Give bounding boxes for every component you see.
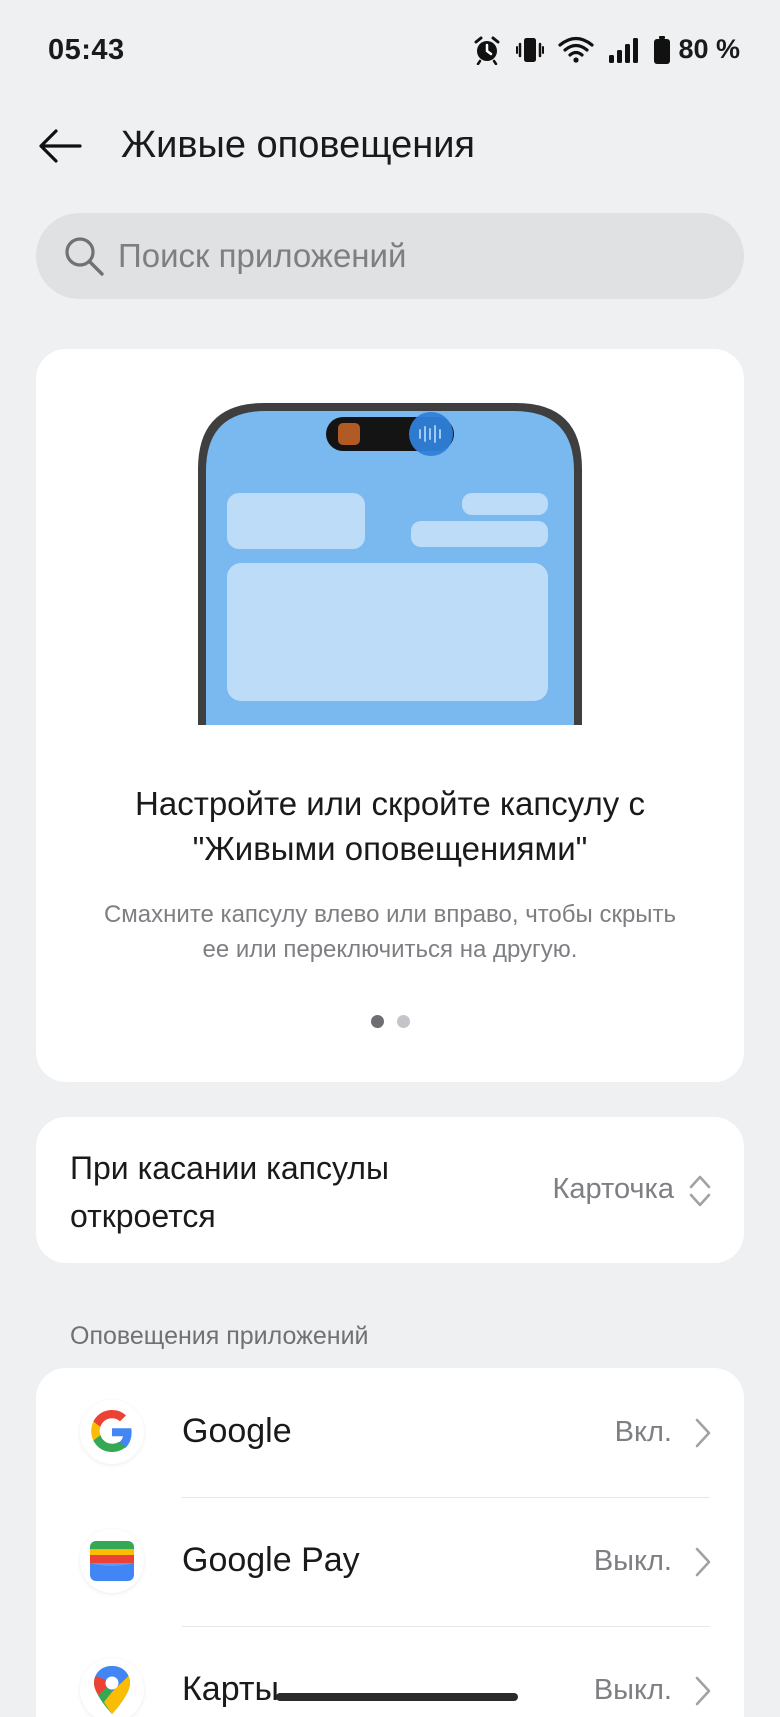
chevron-right-icon (695, 1547, 711, 1577)
app-status: Вкл. (614, 1416, 672, 1448)
search-input[interactable]: Поиск приложений (36, 213, 744, 299)
status-bar: 05:43 80 % (0, 0, 780, 100)
arrow-left-icon (39, 129, 82, 163)
chevron-right-icon (695, 1676, 711, 1706)
list-item-google-pay[interactable]: Google Pay Выкл. (36, 1497, 744, 1625)
tap-setting-value: Карточка (552, 1173, 674, 1205)
battery-icon (654, 35, 671, 64)
app-name: Карты (182, 1670, 279, 1708)
page-title: Живые оповещения (121, 124, 476, 166)
app-name: Google (182, 1412, 292, 1450)
chevron-updown-icon (689, 1175, 711, 1207)
search-icon (62, 234, 106, 278)
maps-icon (80, 1658, 144, 1717)
hero-title: Настройте или скройте капсулу с "Живыми … (135, 785, 645, 867)
google-pay-icon (80, 1529, 144, 1593)
signal-icon (609, 37, 639, 63)
home-indicator[interactable] (276, 1693, 518, 1701)
status-icons: 80 % (472, 34, 740, 65)
screen: 05:43 80 % Живые оповещения Поиск прилож… (0, 0, 780, 1717)
back-button[interactable] (32, 118, 88, 174)
vibrate-icon (516, 37, 545, 62)
hero-card[interactable]: Настройте или скройте капсулу с "Живыми … (36, 349, 744, 1082)
app-status: Выкл. (593, 1545, 672, 1577)
battery-percent: 80 % (678, 34, 740, 64)
section-title: Оповещения приложений (70, 1322, 369, 1350)
tap-setting-label: При касании капсулы откроется (70, 1150, 389, 1234)
phone-illustration (198, 403, 582, 725)
list-item-google[interactable]: Google Вкл. (36, 1368, 744, 1496)
app-name: Google Pay (182, 1541, 360, 1579)
list-item-maps[interactable]: Карты Выкл. (36, 1626, 744, 1717)
app-list: Google Вкл. Google Pay Выкл. Карты Выкл. (36, 1368, 744, 1717)
capsule-tap-setting[interactable]: При касании капсулы откроется Карточка (36, 1117, 744, 1263)
hero-subtitle: Смахните капсулу влево или вправо, чтобы… (103, 901, 677, 963)
search-placeholder: Поиск приложений (118, 237, 407, 274)
wifi-icon (558, 36, 595, 63)
app-status: Выкл. (593, 1674, 672, 1706)
google-icon (80, 1400, 144, 1464)
chevron-right-icon (695, 1418, 711, 1448)
alarm-icon (474, 36, 500, 65)
pagination-dots[interactable] (36, 1015, 744, 1028)
page-dot[interactable] (396, 1015, 410, 1028)
status-time: 05:43 (48, 34, 125, 66)
page-dot-active[interactable] (370, 1015, 384, 1028)
app-header: Живые оповещения (0, 110, 780, 180)
